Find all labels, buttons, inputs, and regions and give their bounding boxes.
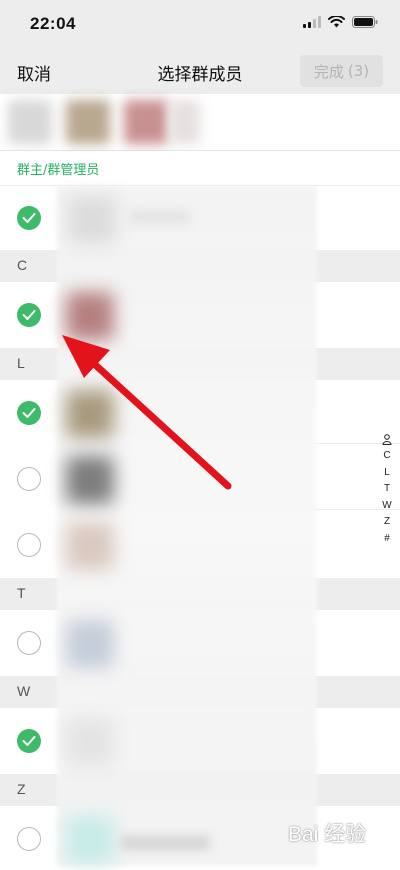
check-icon[interactable] xyxy=(17,533,41,557)
blurred-avatar xyxy=(66,620,114,668)
blurred-avatar xyxy=(66,390,114,438)
person-icon[interactable] xyxy=(382,434,392,445)
check-icon[interactable] xyxy=(17,303,41,327)
section-letter: Z xyxy=(17,781,26,797)
status-icons xyxy=(303,16,378,28)
check-icon[interactable] xyxy=(17,467,41,491)
done-count: (3) xyxy=(347,62,370,80)
blurred-avatar xyxy=(66,292,114,340)
watermark: Bai 经验 xyxy=(288,823,367,846)
check-icon[interactable] xyxy=(17,827,41,851)
section-letter: L xyxy=(17,355,25,371)
section-letter: T xyxy=(17,585,26,601)
selected-avatar[interactable] xyxy=(66,100,110,144)
blurred-avatar xyxy=(66,456,114,504)
index-letter[interactable]: T xyxy=(384,481,390,498)
blurred-avatar xyxy=(66,816,114,864)
index-letter[interactable]: L xyxy=(384,465,390,482)
alphabet-index-bar[interactable]: C L T W Z # xyxy=(380,434,394,547)
status-bar: 22:04 xyxy=(0,0,400,48)
check-icon[interactable] xyxy=(17,206,41,230)
wifi-icon xyxy=(328,16,345,28)
status-time: 22:04 xyxy=(30,14,76,33)
index-letter[interactable]: # xyxy=(384,531,390,548)
selected-avatar[interactable] xyxy=(170,100,200,144)
signal-icon xyxy=(303,16,321,28)
index-letter[interactable]: C xyxy=(383,448,390,465)
check-icon[interactable] xyxy=(17,729,41,753)
index-letter[interactable]: Z xyxy=(384,514,390,531)
blurred-avatar xyxy=(68,196,116,244)
section-letter: C xyxy=(17,257,28,273)
check-icon[interactable] xyxy=(17,631,41,655)
battery-icon xyxy=(352,16,378,28)
blurred-name xyxy=(120,836,210,850)
check-icon[interactable] xyxy=(17,401,41,425)
index-letter[interactable]: W xyxy=(382,498,391,515)
admin-section-header: 群主/群管理员 xyxy=(0,151,400,186)
done-button[interactable]: 完成 (3) xyxy=(300,55,383,87)
selected-members-strip[interactable] xyxy=(0,94,400,151)
done-label: 完成 xyxy=(313,62,344,81)
blurred-avatar xyxy=(66,718,114,766)
blurred-avatar xyxy=(66,522,114,570)
selected-avatar[interactable] xyxy=(8,100,52,144)
selected-avatar[interactable] xyxy=(124,100,168,144)
blurred-name xyxy=(130,210,190,224)
section-letter: W xyxy=(17,683,31,699)
admin-section-label: 群主/群管理员 xyxy=(17,163,100,178)
nav-bar: 取消 选择群成员 完成 (3) xyxy=(0,48,400,94)
